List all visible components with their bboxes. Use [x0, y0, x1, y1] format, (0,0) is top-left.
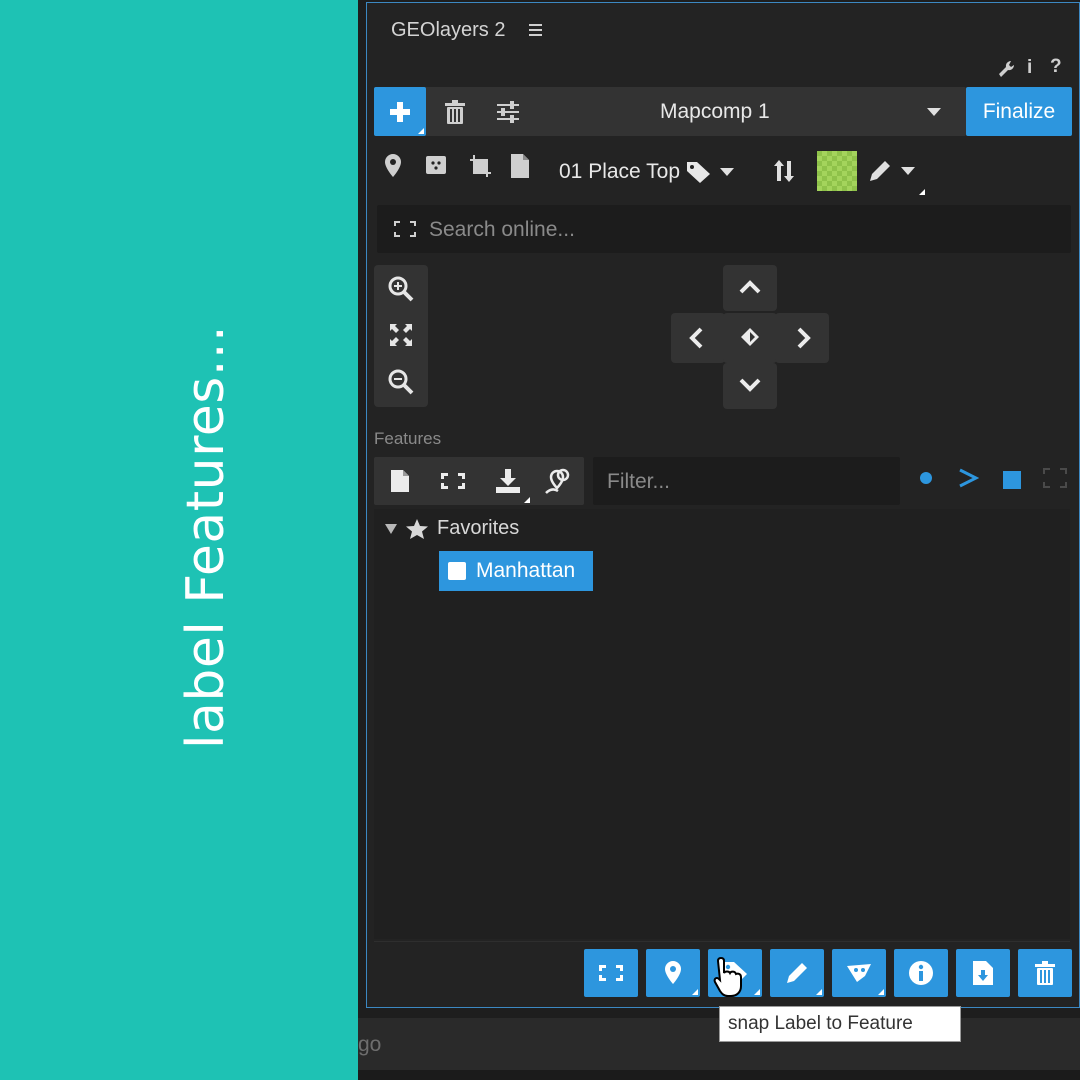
- chevron-down-icon: [739, 378, 761, 392]
- fullscreen-icon[interactable]: [440, 472, 466, 490]
- corner-indicator: [524, 497, 530, 503]
- expand-triangle-icon[interactable]: [385, 523, 397, 534]
- pan-up-button[interactable]: [723, 265, 777, 311]
- banner-caption: label Features...: [176, 325, 236, 749]
- new-document-icon[interactable]: [390, 469, 410, 493]
- tooltip: snap Label to Feature: [719, 1006, 961, 1042]
- feature-info-button[interactable]: [894, 949, 948, 997]
- chevron-down-icon: [720, 168, 735, 176]
- dotted-square-icon[interactable]: [425, 153, 447, 177]
- point-filter-icon[interactable]: [919, 471, 933, 485]
- sort-arrows-icon[interactable]: [773, 159, 795, 183]
- zoom-out-icon[interactable]: [388, 369, 414, 395]
- divider: [374, 941, 1070, 942]
- export-file-icon: [973, 961, 993, 985]
- zoom-in-icon[interactable]: [388, 276, 414, 302]
- chevron-right-icon: [797, 327, 811, 349]
- features-filter-input[interactable]: Filter...: [593, 457, 900, 505]
- pan-right-button[interactable]: [775, 313, 829, 363]
- download-icon: [496, 469, 520, 493]
- feature-item-manhattan[interactable]: Manhattan: [439, 551, 593, 591]
- delete-feature-button[interactable]: [1018, 949, 1072, 997]
- search-placeholder: Search online...: [429, 218, 575, 241]
- color-swatch[interactable]: [817, 151, 857, 191]
- features-section-label: Features: [374, 429, 442, 448]
- pan-down-button[interactable]: [723, 363, 777, 409]
- hamburger-menu-icon[interactable]: [529, 23, 543, 37]
- fit-extent-icon[interactable]: [389, 323, 413, 347]
- fit-icon: [599, 965, 623, 981]
- shape-icon: [847, 964, 871, 982]
- chevron-down-icon: [927, 108, 941, 116]
- trash-icon: [1035, 961, 1055, 985]
- shape-layer-button[interactable]: [832, 949, 886, 997]
- line-filter-icon[interactable]: [957, 467, 979, 489]
- wrench-icon[interactable]: [997, 59, 1017, 79]
- feature-checkbox[interactable]: [448, 562, 466, 580]
- document-icon[interactable]: [510, 153, 530, 179]
- center-diamond-icon: [741, 328, 759, 346]
- chevron-left-icon: [689, 327, 703, 349]
- delete-mapcomp-button[interactable]: [429, 87, 481, 136]
- corner-indicator: [878, 989, 884, 995]
- help-top-icon[interactable]: ?: [1050, 56, 1062, 78]
- fit-feature-button[interactable]: [584, 949, 638, 997]
- mapcomp-value: Mapcomp 1: [660, 100, 770, 123]
- star-icon: [406, 518, 428, 539]
- plus-icon: [390, 102, 410, 122]
- edit-style-dropdown[interactable]: [867, 155, 925, 195]
- favorites-label: Favorites: [437, 517, 520, 539]
- teal-banner: label Features...: [0, 0, 358, 1080]
- pencil-icon: [787, 963, 807, 983]
- edit-feature-button[interactable]: [770, 949, 824, 997]
- expand-filter-icon[interactable]: [1042, 467, 1068, 489]
- filter-placeholder: Filter...: [607, 470, 671, 493]
- pan-center-button[interactable]: [723, 313, 777, 363]
- info-icon: [909, 961, 933, 985]
- favorites-group[interactable]: Favorites: [385, 517, 519, 540]
- sliders-icon: [497, 101, 519, 123]
- online-search-input[interactable]: Search online...: [377, 205, 1071, 253]
- fullscreen-icon: [394, 221, 416, 237]
- trash-icon: [445, 100, 465, 124]
- export-feature-button[interactable]: [956, 949, 1010, 997]
- label-style-dropdown[interactable]: 01 Place Top: [559, 155, 735, 189]
- feature-item-label: Manhattan: [476, 559, 576, 582]
- pencil-icon: [870, 161, 890, 181]
- screen: label Features... go GEOlayers 2 i ? Map…: [0, 0, 1080, 1080]
- place-pin-button[interactable]: [646, 949, 700, 997]
- pin-icon: [665, 961, 681, 984]
- zoom-controls: [374, 265, 428, 407]
- finalize-button[interactable]: Finalize: [966, 87, 1072, 136]
- hand-pointer-cursor-icon: [713, 956, 742, 997]
- corner-indicator: [919, 189, 925, 195]
- corner-indicator: [418, 128, 424, 134]
- import-button[interactable]: [484, 457, 532, 505]
- mapcomp-dropdown[interactable]: Mapcomp 1: [533, 87, 966, 136]
- background-strip-edge: [358, 1070, 1080, 1080]
- pan-left-button[interactable]: [671, 313, 725, 363]
- panel-title: GEOlayers 2: [391, 19, 506, 41]
- features-toolbar: [374, 457, 584, 505]
- search-location-icon[interactable]: [544, 467, 572, 495]
- corner-indicator: [816, 989, 822, 995]
- polygon-filter-icon[interactable]: [1002, 470, 1022, 490]
- chevron-up-icon: [739, 280, 761, 294]
- geolayers-panel: GEOlayers 2 i ? Mapcomp 1 Finalize 01 Pl…: [366, 2, 1080, 1008]
- location-pin-icon[interactable]: [383, 153, 403, 179]
- crop-icon[interactable]: [467, 153, 493, 179]
- corner-indicator: [754, 989, 760, 995]
- label-style-value: 01 Place Top: [559, 160, 681, 183]
- tag-icon: [687, 162, 711, 183]
- background-partial-text: go: [358, 1033, 382, 1056]
- corner-indicator: [692, 989, 698, 995]
- info-top-icon[interactable]: i: [1027, 57, 1032, 79]
- add-mapcomp-button[interactable]: [374, 87, 426, 136]
- chevron-down-icon: [901, 167, 915, 175]
- mapcomp-settings-button[interactable]: [481, 87, 533, 136]
